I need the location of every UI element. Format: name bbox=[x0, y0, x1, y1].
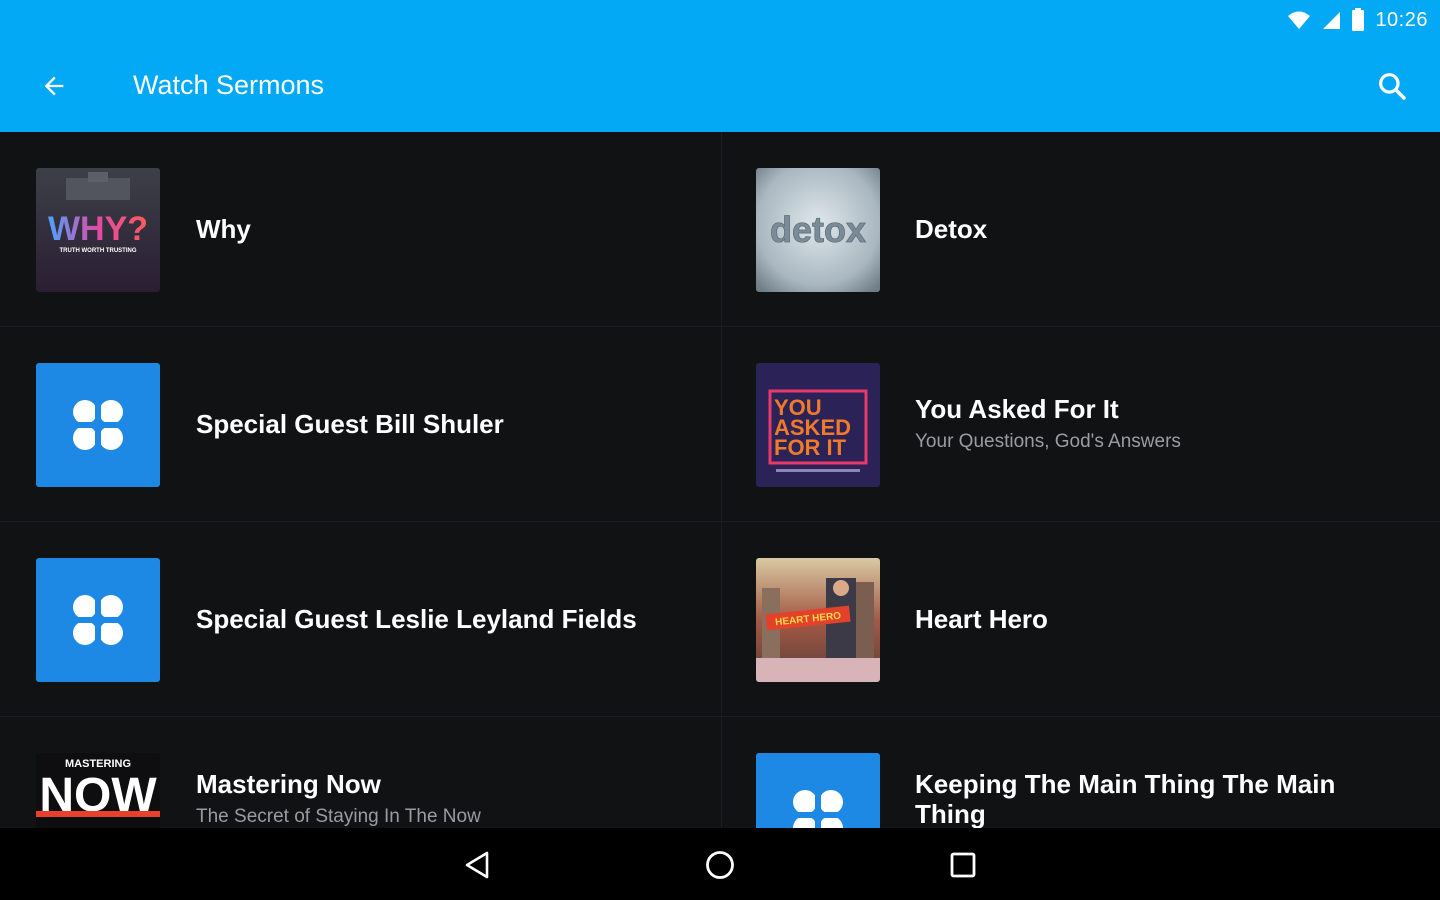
sermon-thumbnail: MASTERING NOW bbox=[36, 753, 160, 828]
nav-recents-button[interactable] bbox=[933, 842, 993, 888]
sermon-title: You Asked For It bbox=[915, 394, 1119, 424]
sermon-item-heart-hero[interactable]: HEART HERO Heart Hero bbox=[722, 522, 1440, 717]
sermon-thumbnail: YOU ASKED FOR IT bbox=[756, 363, 880, 487]
sermon-title: Mastering Now bbox=[196, 769, 381, 799]
nav-home-icon bbox=[706, 851, 734, 879]
nav-back-button[interactable] bbox=[448, 842, 508, 888]
sermon-item-you-asked-for-it[interactable]: YOU ASKED FOR IT You Asked For It Your Q… bbox=[722, 327, 1440, 522]
sermon-thumbnail: detox bbox=[756, 168, 880, 292]
search-button[interactable] bbox=[1366, 62, 1418, 110]
arrow-back-icon bbox=[44, 76, 64, 96]
battery-icon bbox=[1352, 8, 1365, 31]
sermon-grid: WHY? TRUTH WORTH TRUSTING Why detox Deto… bbox=[0, 132, 1440, 828]
cell-signal-icon bbox=[1323, 12, 1341, 29]
sermon-item-leslie-leyland-fields[interactable]: Special Guest Leslie Leyland Fields bbox=[0, 522, 722, 717]
sermon-title: Detox bbox=[915, 214, 988, 244]
sermon-thumbnail: WHY? TRUTH WORTH TRUSTING bbox=[36, 168, 160, 292]
sermon-item-why[interactable]: WHY? TRUTH WORTH TRUSTING Why bbox=[0, 132, 722, 327]
page-title: Watch Sermons bbox=[133, 70, 325, 100]
sermon-title: Special Guest Leslie Leyland Fields bbox=[196, 604, 637, 634]
sermon-title: Special Guest Bill Shuler bbox=[196, 409, 504, 439]
sermon-thumbnail bbox=[36, 558, 160, 682]
sermon-item-bill-shuler[interactable]: Special Guest Bill Shuler bbox=[0, 327, 722, 522]
why-art-tagline: TRUTH WORTH TRUSTING bbox=[60, 248, 137, 254]
yafi-art-line-3: FOR IT bbox=[774, 435, 847, 460]
sermon-subtitle: Your Questions, God's Answers bbox=[915, 431, 1181, 452]
sermon-title: Why bbox=[196, 214, 251, 244]
sermon-item-detox[interactable]: detox Detox bbox=[722, 132, 1440, 327]
search-icon bbox=[1379, 73, 1406, 100]
nav-home-button[interactable] bbox=[690, 842, 750, 888]
wifi-icon bbox=[1288, 11, 1311, 29]
status-time: 10:26 bbox=[1375, 8, 1428, 31]
back-button[interactable] bbox=[28, 62, 80, 110]
system-nav-bar bbox=[0, 828, 1440, 900]
nav-back-icon bbox=[465, 851, 489, 879]
sermon-thumbnail bbox=[756, 753, 880, 828]
sermon-subtitle: The Secret of Staying In The Now bbox=[196, 806, 481, 827]
sermon-title: Heart Hero bbox=[915, 604, 1048, 634]
sermon-item-keeping-the-main-thing[interactable]: Keeping The Main Thing The Main Thing bbox=[722, 717, 1440, 828]
nav-recents-icon bbox=[950, 852, 976, 878]
sermon-item-mastering-now[interactable]: MASTERING NOW Mastering Now The Secret o… bbox=[0, 717, 722, 828]
detox-art-title: detox bbox=[770, 209, 866, 250]
why-art-title: WHY? bbox=[48, 210, 148, 248]
sermon-title: Keeping The Main Thing The Main Thing bbox=[915, 769, 1336, 828]
app-bar: 10:26 Watch Sermons bbox=[0, 0, 1440, 132]
sermon-thumbnail: HEART HERO bbox=[756, 558, 880, 682]
sermon-thumbnail bbox=[36, 363, 160, 487]
status-bar: 10:26 bbox=[1287, 6, 1428, 34]
